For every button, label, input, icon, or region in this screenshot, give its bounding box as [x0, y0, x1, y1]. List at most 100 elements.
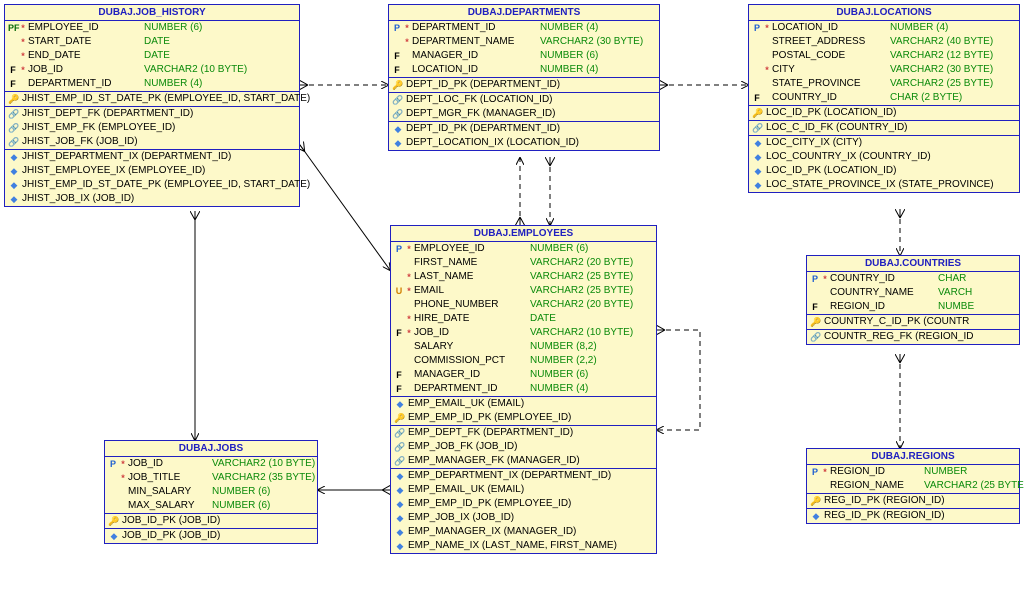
column-name: REGION_ID — [830, 300, 938, 314]
column-type: VARCHAR2 (20 BYTE) — [530, 298, 633, 312]
table-jobs[interactable]: DUBAJ.JOBS P * JOB_ID VARCHAR2 (10 BYTE)… — [104, 440, 318, 544]
fk-icon: 🔗 — [392, 107, 404, 121]
column-name: REGION_ID — [830, 465, 924, 479]
column-name: JOB_ID — [128, 457, 212, 471]
fk-icon: 🔗 — [8, 135, 20, 149]
index-row: ◆LOC_ID_PK (LOCATION_ID) — [749, 164, 1019, 178]
index-row: 🔗LOC_C_ID_FK (COUNTRY_ID) — [749, 121, 1019, 135]
column-row: * START_DATE DATE — [5, 35, 299, 49]
column-name: DEPARTMENT_NAME — [412, 35, 540, 49]
column-row: STATE_PROVINCE VARCHAR2 (25 BYTE) — [749, 77, 1019, 91]
column-name: CITY — [772, 63, 890, 77]
index-icon: ◆ — [810, 509, 822, 523]
index-row: ◆JHIST_DEPARTMENT_IX (DEPARTMENT_ID) — [5, 150, 299, 164]
index-icon: ◆ — [394, 525, 406, 539]
index-row: 🔑JHIST_EMP_ID_ST_DATE_PK (EMPLOYEE_ID, S… — [5, 92, 299, 106]
fk-icon: 🔗 — [810, 330, 822, 344]
fk-icon: 🔗 — [8, 107, 20, 121]
column-row: P * DEPARTMENT_ID NUMBER (4) — [389, 21, 659, 35]
column-type: NUMBER (6) — [212, 499, 270, 513]
index-row: ◆EMP_NAME_IX (LAST_NAME, FIRST_NAME) — [391, 539, 656, 553]
table-title: DUBAJ.DEPARTMENTS — [389, 5, 659, 21]
index-row: 🔑REG_ID_PK (REGION_ID) — [807, 494, 1019, 508]
column-row: COMMISSION_PCT NUMBER (2,2) — [391, 354, 656, 368]
column-name: JOB_ID — [414, 326, 530, 340]
column-name: MAX_SALARY — [128, 499, 212, 513]
table-employees[interactable]: DUBAJ.EMPLOYEES P * EMPLOYEE_ID NUMBER (… — [390, 225, 657, 554]
column-type: VARCH — [938, 286, 972, 300]
column-row: COUNTRY_NAME VARCH — [807, 286, 1019, 300]
index-row: 🔑DEPT_ID_PK (DEPARTMENT_ID) — [389, 78, 659, 92]
index-row: 🔑LOC_ID_PK (LOCATION_ID) — [749, 106, 1019, 120]
column-type: VARCHAR2 (25 BYTE) — [530, 284, 633, 298]
table-locations[interactable]: DUBAJ.LOCATIONS P * LOCATION_ID NUMBER (… — [748, 4, 1020, 193]
index-icon: ◆ — [8, 192, 20, 206]
pk-icon: 🔑 — [108, 514, 120, 528]
column-name: EMAIL — [414, 284, 530, 298]
column-name: EMPLOYEE_ID — [28, 21, 144, 35]
table-job-history[interactable]: DUBAJ.JOB_HISTORY PF * EMPLOYEE_ID NUMBE… — [4, 4, 300, 207]
fk-icon: 🔗 — [392, 93, 404, 107]
column-name: FIRST_NAME — [414, 256, 530, 270]
column-type: NUMBER (2,2) — [530, 354, 597, 368]
column-type: VARCHAR2 (30 BYTE) — [540, 35, 643, 49]
fk-icon: 🔗 — [752, 121, 764, 135]
column-row: F DEPARTMENT_ID NUMBER (4) — [5, 77, 299, 91]
column-name: LOCATION_ID — [772, 21, 890, 35]
index-row: ◆DEPT_LOCATION_IX (LOCATION_ID) — [389, 136, 659, 150]
pk-icon: 🔑 — [752, 106, 764, 120]
column-name: DEPARTMENT_ID — [412, 21, 540, 35]
pk-icon: 🔑 — [394, 411, 406, 425]
column-row: F REGION_ID NUMBE — [807, 300, 1019, 314]
column-type: NUMBER — [924, 465, 967, 479]
table-departments[interactable]: DUBAJ.DEPARTMENTS P * DEPARTMENT_ID NUMB… — [388, 4, 660, 151]
columns-section: PF * EMPLOYEE_ID NUMBER (6) * START_DATE… — [5, 21, 299, 92]
column-type: VARCHAR2 (12 BYTE) — [890, 49, 993, 63]
column-type: NUMBER (6) — [540, 49, 598, 63]
index-row: 🔑COUNTRY_C_ID_PK (COUNTR — [807, 315, 1019, 329]
column-name: COUNTRY_ID — [830, 272, 938, 286]
fk-icon: 🔗 — [8, 121, 20, 135]
column-type: NUMBER (4) — [540, 63, 598, 77]
column-name: COMMISSION_PCT — [414, 354, 530, 368]
column-type: CHAR — [938, 272, 966, 286]
column-type: DATE — [144, 35, 170, 49]
column-name: LAST_NAME — [414, 270, 530, 284]
column-name: COUNTRY_ID — [772, 91, 890, 105]
index-icon: ◆ — [394, 469, 406, 483]
index-row: 🔗JHIST_JOB_FK (JOB_ID) — [5, 135, 299, 149]
column-type: NUMBER (4) — [540, 21, 598, 35]
column-row: PF * EMPLOYEE_ID NUMBER (6) — [5, 21, 299, 35]
index-icon: ◆ — [752, 164, 764, 178]
column-row: STREET_ADDRESS VARCHAR2 (40 BYTE) — [749, 35, 1019, 49]
column-row: * JOB_TITLE VARCHAR2 (35 BYTE) — [105, 471, 317, 485]
column-name: LOCATION_ID — [412, 63, 540, 77]
column-type: VARCHAR2 (20 BYTE) — [530, 256, 633, 270]
fk-icon: 🔗 — [394, 440, 406, 454]
index-row: ◆JHIST_JOB_IX (JOB_ID) — [5, 192, 299, 206]
index-row: ◆EMP_EMP_ID_PK (EMPLOYEE_ID) — [391, 497, 656, 511]
column-row: * LAST_NAME VARCHAR2 (25 BYTE) — [391, 270, 656, 284]
column-name: MANAGER_ID — [414, 368, 530, 382]
table-regions[interactable]: DUBAJ.REGIONS P * REGION_ID NUMBER REGIO… — [806, 448, 1020, 524]
index-row: ◆EMP_DEPARTMENT_IX (DEPARTMENT_ID) — [391, 469, 656, 483]
column-type: VARCHAR2 (40 BYTE) — [890, 35, 993, 49]
index-icon: ◆ — [394, 511, 406, 525]
index-row: ◆EMP_JOB_IX (JOB_ID) — [391, 511, 656, 525]
column-row: P * JOB_ID VARCHAR2 (10 BYTE) — [105, 457, 317, 471]
index-icon: ◆ — [394, 483, 406, 497]
table-countries[interactable]: DUBAJ.COUNTRIES P * COUNTRY_ID CHAR COUN… — [806, 255, 1020, 345]
index-row: ◆LOC_COUNTRY_IX (COUNTRY_ID) — [749, 150, 1019, 164]
column-row: F MANAGER_ID NUMBER (6) — [389, 49, 659, 63]
column-type: NUMBER (4) — [144, 77, 202, 91]
index-row: ◆EMP_MANAGER_IX (MANAGER_ID) — [391, 525, 656, 539]
column-row: F COUNTRY_ID CHAR (2 BYTE) — [749, 91, 1019, 105]
index-row: 🔑JOB_ID_PK (JOB_ID) — [105, 514, 317, 528]
index-row: ◆REG_ID_PK (REGION_ID) — [807, 509, 1019, 523]
index-row: ◆DEPT_ID_PK (DEPARTMENT_ID) — [389, 122, 659, 136]
column-name: JOB_ID — [28, 63, 144, 77]
table-title: DUBAJ.JOBS — [105, 441, 317, 457]
column-row: * CITY VARCHAR2 (30 BYTE) — [749, 63, 1019, 77]
table-title: DUBAJ.EMPLOYEES — [391, 226, 656, 242]
index-row: 🔗JHIST_EMP_FK (EMPLOYEE_ID) — [5, 121, 299, 135]
